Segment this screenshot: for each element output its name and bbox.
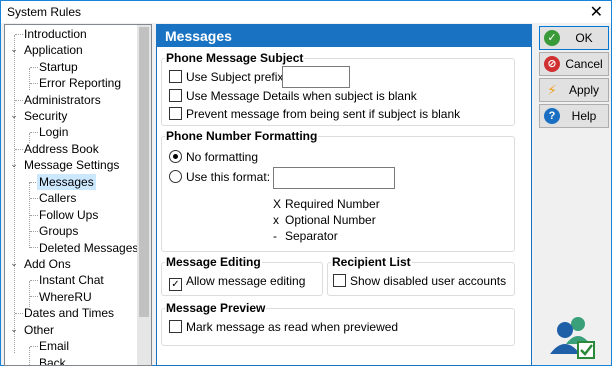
tree-item-other[interactable]: Other — [22, 322, 56, 338]
chevron-down-icon[interactable]: ⌄ — [9, 107, 19, 123]
tree-item-follow-ups[interactable]: Follow Ups — [37, 207, 100, 223]
tree-item-security[interactable]: Security — [22, 108, 69, 124]
tree-item-back[interactable]: Back... — [37, 355, 78, 365]
use-format-label: Use this format: — [186, 170, 271, 184]
tree-item-login[interactable]: Login — [37, 124, 70, 140]
use-subject-prefix-label: Use Subject prefix: — [186, 70, 287, 84]
no-formatting-label: No formatting — [186, 150, 259, 164]
apply-label: Apply — [568, 83, 600, 97]
use-format-radio[interactable] — [169, 170, 182, 183]
chevron-down-icon[interactable]: ⌄ — [9, 41, 19, 57]
use-subject-prefix-row[interactable]: Use Subject prefix: — [169, 69, 287, 85]
legend-optional: x Optional Number — [273, 212, 376, 228]
users-check-icon — [550, 317, 595, 359]
tree-item-startup[interactable]: Startup — [37, 59, 80, 75]
subject-group-title: Phone Message Subject — [165, 51, 305, 65]
show-disabled-row[interactable]: Show disabled user accounts — [333, 273, 506, 289]
use-subject-prefix-checkbox[interactable] — [169, 70, 182, 83]
apply-button[interactable]: ⚡ Apply — [539, 78, 609, 102]
tree-item-email[interactable]: Email — [37, 338, 71, 354]
editing-title: Message Editing — [165, 255, 262, 269]
mark-read-label: Mark message as read when previewed — [186, 320, 399, 334]
scrollbar-thumb[interactable] — [139, 27, 149, 317]
messages-panel: Messages Phone Message Subject Use Subje… — [156, 24, 532, 366]
close-icon[interactable]: ✕ — [590, 2, 603, 22]
legend-symbol: - — [273, 229, 277, 243]
tree-item-address-book[interactable]: Address Book — [22, 141, 101, 157]
tree-item-callers[interactable]: Callers — [37, 190, 78, 206]
tree-item-groups[interactable]: Groups — [37, 223, 80, 239]
question-circle-icon: ? — [544, 108, 560, 124]
tree-item-whereru[interactable]: WhereRU — [37, 289, 94, 305]
legend-symbol: x — [273, 213, 279, 227]
tree-item-instant-chat[interactable]: Instant Chat — [37, 272, 106, 288]
chevron-down-icon[interactable]: ⌄ — [9, 156, 19, 172]
settings-tree[interactable]: ⌄ ⌄ ⌄ ⌄ ⌄ Introduction Application Start… — [4, 24, 152, 366]
title-bar: System Rules ✕ — [1, 1, 611, 23]
check-circle-icon: ✓ — [544, 30, 560, 46]
number-format-title: Phone Number Formatting — [165, 129, 319, 143]
use-details-label: Use Message Details when subject is blan… — [186, 89, 417, 103]
legend-required: X Required Number — [273, 196, 380, 212]
use-details-checkbox[interactable] — [169, 89, 182, 102]
legend-text: Separator — [285, 229, 338, 243]
mark-read-row[interactable]: Mark message as read when previewed — [169, 319, 398, 335]
allow-editing-label: Allow message editing — [186, 274, 306, 288]
legend-text: Optional Number — [285, 213, 376, 227]
cancel-label: Cancel — [565, 57, 603, 71]
legend-separator: - Separator — [273, 228, 338, 244]
tree-item-application[interactable]: Application — [22, 42, 85, 58]
prevent-send-label: Prevent message from being sent if subje… — [186, 107, 461, 121]
legend-symbol: X — [273, 197, 282, 211]
tree-item-introduction[interactable]: Introduction — [22, 26, 89, 42]
help-button[interactable]: ? Help — [539, 104, 609, 128]
no-formatting-row[interactable]: No formatting — [169, 149, 258, 165]
allow-editing-row[interactable]: ✓ Allow message editing — [169, 273, 306, 291]
tree-scrollbar[interactable] — [137, 25, 151, 365]
ok-label: OK — [575, 31, 593, 45]
prevent-send-checkbox[interactable] — [169, 107, 182, 120]
use-format-row[interactable]: Use this format: — [169, 169, 270, 185]
show-disabled-label: Show disabled user accounts — [350, 274, 507, 288]
use-details-row[interactable]: Use Message Details when subject is blan… — [169, 88, 417, 104]
system-rules-window: System Rules ✕ ⌄ ⌄ ⌄ ⌄ ⌄ Introduction Ap… — [0, 0, 612, 366]
preview-title: Message Preview — [165, 301, 267, 315]
panel-title: Messages — [157, 25, 531, 47]
legend-text: Required Number — [285, 197, 380, 211]
tree-item-dates-and-times[interactable]: Dates and Times — [22, 305, 116, 321]
show-disabled-checkbox[interactable] — [333, 274, 346, 287]
tree-item-administrators[interactable]: Administrators — [22, 92, 103, 108]
format-input[interactable] — [273, 167, 395, 189]
subject-prefix-input[interactable] — [282, 66, 350, 88]
tree-item-message-settings[interactable]: Message Settings — [22, 157, 121, 173]
window-title: System Rules — [7, 5, 82, 19]
tree-item-add-ons[interactable]: Add Ons — [22, 256, 73, 272]
recipient-title: Recipient List — [331, 255, 412, 269]
no-entry-icon: ⊘ — [544, 56, 560, 72]
mark-read-checkbox[interactable] — [169, 320, 182, 333]
tree-item-messages[interactable]: Messages — [37, 174, 96, 190]
tree-item-deleted-messages[interactable]: Deleted Messages — [37, 240, 140, 256]
no-formatting-radio[interactable] — [169, 150, 182, 163]
ok-button[interactable]: ✓ OK — [539, 26, 609, 50]
prevent-send-row[interactable]: Prevent message from being sent if subje… — [169, 106, 460, 122]
lightning-icon: ⚡ — [547, 82, 557, 98]
allow-editing-checkbox[interactable]: ✓ — [169, 278, 182, 291]
cancel-button[interactable]: ⊘ Cancel — [539, 52, 609, 76]
chevron-down-icon[interactable]: ⌄ — [9, 255, 19, 271]
tree-item-error-reporting[interactable]: Error Reporting — [37, 75, 123, 91]
help-label: Help — [571, 109, 597, 123]
chevron-down-icon[interactable]: ⌄ — [9, 321, 19, 337]
